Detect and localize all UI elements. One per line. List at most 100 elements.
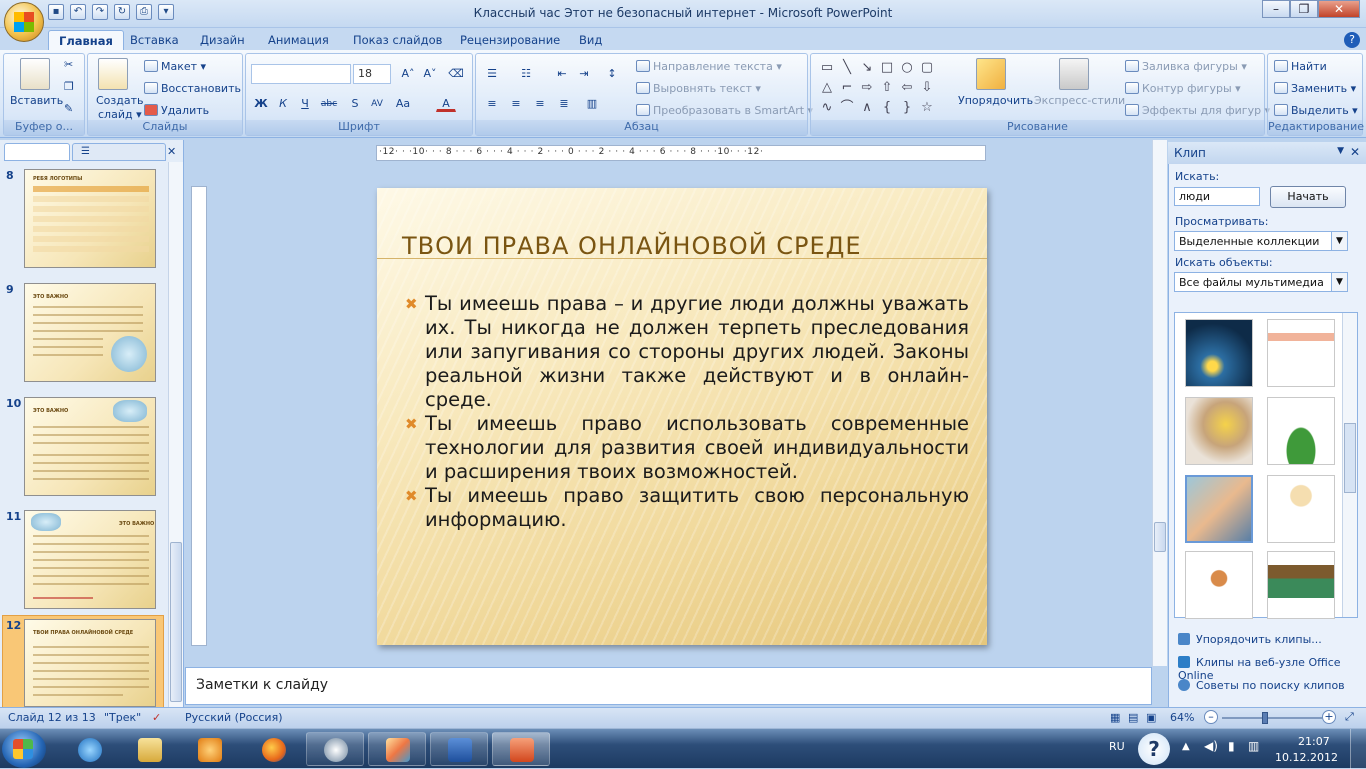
tray-arrow-icon[interactable]: ▲ <box>1182 741 1190 752</box>
brace-left-shape-icon[interactable]: { <box>879 100 895 116</box>
bullet-item[interactable]: ✖ Ты имеешь право использовать современны… <box>405 412 969 484</box>
tab-slideshow[interactable]: Показ слайдов <box>343 30 452 50</box>
taskbar-explorer[interactable] <box>120 732 178 766</box>
clip-traveler[interactable] <box>1267 551 1335 619</box>
format-painter-icon[interactable]: ✎ <box>64 102 73 115</box>
main-scrollbar[interactable] <box>1152 140 1167 666</box>
justify-icon[interactable]: ≣ <box>554 94 574 112</box>
increase-indent-icon[interactable]: ⇥ <box>574 64 594 82</box>
align-center-icon[interactable]: ≡ <box>506 94 526 112</box>
search-tips-link[interactable]: Советы по поиску клипов <box>1178 679 1345 692</box>
slides-tab[interactable] <box>4 143 70 161</box>
outline-tab[interactable]: ☰ <box>72 143 166 161</box>
close-pane-icon[interactable]: ✕ <box>1350 145 1360 159</box>
grow-font-icon[interactable]: A˄ <box>398 64 418 82</box>
volume-icon[interactable]: ◀) <box>1204 739 1218 753</box>
slide-thumbnail[interactable]: ЭТО ВАЖНО <box>24 397 156 496</box>
arrange-button[interactable]: Упорядочить <box>958 94 1033 107</box>
close-pane-icon[interactable]: ✕ <box>167 145 176 158</box>
slide-title[interactable]: ТВОИ ПРАВА ОНЛАЙНОВОЙ СРЕДЕ <box>402 232 862 260</box>
shape-outline-button[interactable]: Контур фигуры ▾ <box>1125 82 1241 95</box>
shape-effects-button[interactable]: Эффекты для фигур ▾ <box>1125 104 1270 117</box>
slide[interactable]: ТВОИ ПРАВА ОНЛАЙНОВОЙ СРЕДЕ ✖ Ты имеешь п… <box>377 188 987 645</box>
zoom-level[interactable]: 64% <box>1170 711 1194 724</box>
slide-thumbnail[interactable]: ТВОИ ПРАВА ОНЛАЙНОВОЙ СРЕДЕ <box>24 619 156 707</box>
replace-button[interactable]: Заменить ▾ <box>1274 82 1356 95</box>
font-color-icon[interactable]: A <box>436 94 456 112</box>
arrow-left-shape-icon[interactable]: ⇦ <box>899 80 915 96</box>
bold-icon[interactable]: Ж <box>251 94 271 112</box>
quick-styles-icon[interactable] <box>1059 58 1089 90</box>
theme-name[interactable]: "Трек" <box>104 711 141 724</box>
strikethrough-icon[interactable]: abc <box>319 94 339 112</box>
slide-body[interactable]: ✖ Ты имеешь права – и другие люди должны … <box>405 292 969 532</box>
line-shape-icon[interactable]: ╲ <box>839 60 855 76</box>
clip-welder[interactable] <box>1185 319 1253 387</box>
tab-view[interactable]: Вид <box>569 30 612 50</box>
office-button[interactable] <box>4 2 44 42</box>
spellcheck-icon[interactable]: ✓ <box>152 711 161 724</box>
fit-to-window-icon[interactable]: ⤢ <box>1345 710 1354 724</box>
columns-icon[interactable]: ▥ <box>582 94 602 112</box>
bullets-icon[interactable]: ☰ <box>482 64 502 82</box>
arc-shape-icon[interactable]: ⌒ <box>839 100 855 116</box>
scrollbar-thumb[interactable] <box>170 542 182 702</box>
scrollbar-thumb[interactable] <box>1154 522 1166 552</box>
zoom-slider-thumb[interactable] <box>1262 712 1268 724</box>
shadow-icon[interactable]: S <box>345 94 365 112</box>
arrow-up-shape-icon[interactable]: ⇧ <box>879 80 895 96</box>
minimize-button[interactable]: – <box>1262 0 1290 18</box>
tab-review[interactable]: Рецензирование <box>450 30 570 50</box>
clip-man-reading[interactable] <box>1185 551 1253 619</box>
textbox-shape-icon[interactable]: ▭ <box>819 60 835 76</box>
sorter-view-icon[interactable]: ▤ <box>1128 711 1138 724</box>
notes-pane[interactable]: Заметки к слайду <box>185 667 1152 705</box>
quick-styles-button[interactable]: Экспресс-стили <box>1034 94 1125 107</box>
taskbar-hp[interactable] <box>306 732 364 766</box>
select-button[interactable]: Выделить ▾ <box>1274 104 1358 117</box>
close-button[interactable]: ✕ <box>1318 0 1360 18</box>
arrow-down-shape-icon[interactable]: ⇩ <box>919 80 935 96</box>
clip-builder[interactable] <box>1267 475 1335 543</box>
reset-button[interactable]: Восстановить <box>144 82 241 95</box>
align-right-icon[interactable]: ≡ <box>530 94 550 112</box>
shrink-font-icon[interactable]: A˅ <box>420 64 440 82</box>
clear-format-icon[interactable]: ⌫ <box>446 64 466 82</box>
taskbar-powerpoint[interactable] <box>492 732 550 766</box>
freeform-shape-icon[interactable]: ∧ <box>859 100 875 116</box>
taskbar-firefox[interactable] <box>244 732 302 766</box>
curve-shape-icon[interactable]: ∿ <box>819 100 835 116</box>
new-slide-icon[interactable] <box>98 58 128 90</box>
arrow-right-shape-icon[interactable]: ⇨ <box>859 80 875 96</box>
arrange-icon[interactable] <box>976 58 1006 90</box>
line-spacing-icon[interactable]: ↕ <box>602 64 622 82</box>
help-icon[interactable]: ? <box>1344 32 1360 48</box>
input-language[interactable]: RU <box>1109 740 1125 753</box>
zoom-out-icon[interactable]: – <box>1204 710 1218 724</box>
clock-time[interactable]: 21:07 <box>1298 735 1330 748</box>
clip-search-input[interactable]: люди <box>1174 187 1260 206</box>
bullet-item[interactable]: ✖ Ты имеешь права – и другие люди должны … <box>405 292 969 412</box>
clip-golfer[interactable] <box>1267 397 1335 465</box>
underline-icon[interactable]: Ч <box>295 94 315 112</box>
taskbar-word[interactable] <box>430 732 488 766</box>
oval-shape-icon[interactable]: ○ <box>899 60 915 76</box>
thumbnail-slide-9[interactable]: 9 ЭТО ВАЖНО <box>0 283 168 389</box>
case-icon[interactable]: Aa <box>393 94 413 112</box>
delete-slide-button[interactable]: Удалить <box>144 104 209 117</box>
search-go-button[interactable]: Начать <box>1270 186 1346 208</box>
decrease-indent-icon[interactable]: ⇤ <box>552 64 572 82</box>
font-size-combo[interactable]: 18 <box>353 64 391 84</box>
zoom-in-icon[interactable]: + <box>1322 710 1336 724</box>
scrollbar-thumb[interactable] <box>1344 423 1356 493</box>
paste-icon[interactable] <box>20 58 50 90</box>
rounded-rect-shape-icon[interactable]: ▢ <box>919 60 935 76</box>
slide-thumbnail[interactable]: РЕБЯ ЛОГОТИПЫ <box>24 169 156 268</box>
pane-menu-icon[interactable]: ▼ <box>1337 146 1344 156</box>
font-name-combo[interactable] <box>251 64 351 84</box>
browse-select[interactable]: Выделенные коллекции ▼ <box>1174 231 1348 251</box>
thumbnail-slide-8[interactable]: 8 РЕБЯ ЛОГОТИПЫ <box>0 169 168 275</box>
cut-icon[interactable]: ✂ <box>64 58 73 71</box>
thumbnail-slide-10[interactable]: 10 ЭТО ВАЖНО <box>0 397 168 503</box>
tab-home[interactable]: Главная <box>48 30 124 50</box>
